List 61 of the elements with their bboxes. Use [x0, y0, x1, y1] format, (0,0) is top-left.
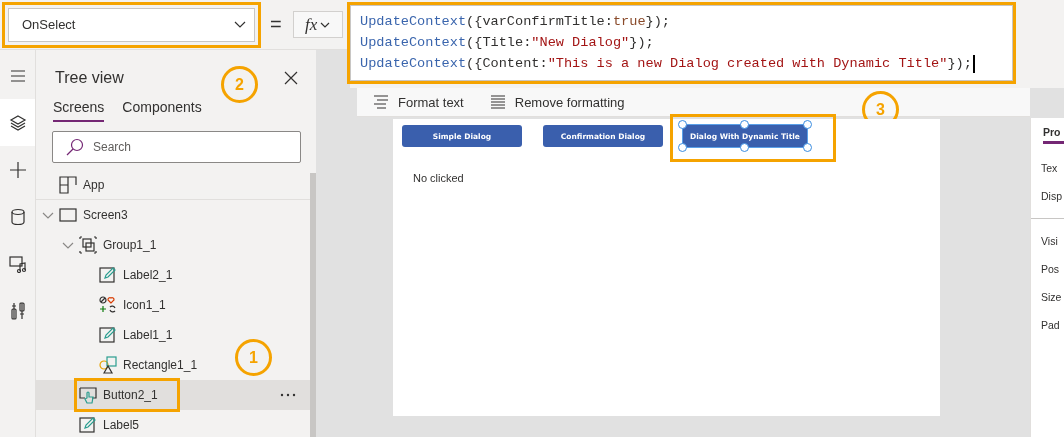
- code-line: UpdateContext({Content:"This is a new Dialog created with Dynamic Title"});: [360, 53, 1012, 74]
- grid-icon: [59, 175, 77, 194]
- pointer-button-icon: [79, 386, 97, 404]
- resize-handle[interactable]: [678, 120, 687, 129]
- search-field[interactable]: Search: [52, 131, 301, 163]
- remove-formatting-button[interactable]: Remove formatting: [489, 94, 625, 110]
- pencil-label-icon: [99, 266, 117, 284]
- property-label: Pos: [1040, 262, 1061, 277]
- close-icon[interactable]: [284, 71, 298, 85]
- tree-item[interactable]: Rectangle1_1: [36, 350, 204, 380]
- tree-item[interactable]: Label1_1: [36, 320, 179, 350]
- search-icon: [66, 138, 84, 156]
- status-label: No clicked: [413, 172, 464, 184]
- function-button[interactable]: fx: [292, 11, 343, 38]
- highlight-box: Button2_1: [76, 380, 178, 410]
- format-text-button[interactable]: Format text: [373, 94, 464, 110]
- media-icon[interactable]: [8, 254, 27, 273]
- property-dropdown[interactable]: OnSelect: [8, 7, 255, 42]
- panel-title: Tree view: [55, 69, 124, 87]
- tree-item[interactable]: Label2_1: [36, 260, 179, 290]
- resize-handle[interactable]: [803, 143, 812, 152]
- plus-icon[interactable]: [8, 160, 27, 179]
- tree-item[interactable]: Screen3: [36, 200, 134, 230]
- database-icon[interactable]: [8, 207, 27, 226]
- step-marker: 2: [221, 66, 258, 103]
- chevron-down-icon: [234, 20, 246, 29]
- code-line: UpdateContext({Title:"New Dialog"});: [360, 34, 655, 52]
- indented-lines-icon: [373, 94, 389, 110]
- resize-handle[interactable]: [740, 120, 749, 129]
- scrollbar[interactable]: [310, 173, 316, 437]
- pencil-label-icon: [79, 416, 97, 434]
- tab[interactable]: Components: [122, 99, 202, 122]
- property-label: Pad: [1040, 318, 1061, 333]
- properties-tab[interactable]: Pro: [1031, 118, 1064, 146]
- code-line: UpdateContext({varConfirmTitle:true});: [360, 13, 672, 31]
- resize-handle[interactable]: [740, 143, 749, 152]
- property-label: Size: [1040, 290, 1063, 305]
- property-label: Disp: [1040, 189, 1063, 204]
- rectangle-icon: [59, 206, 77, 224]
- tab[interactable]: Screens: [53, 99, 105, 122]
- tree-item[interactable]: Icon1_1: [36, 290, 172, 320]
- shapes-icon: [99, 356, 117, 374]
- tree-item[interactable]: Button2_1: [36, 380, 310, 410]
- resize-handle[interactable]: [803, 120, 812, 129]
- equals-sign: =: [270, 13, 282, 36]
- tree-item[interactable]: Label5: [36, 410, 146, 437]
- property-label: Tex: [1040, 161, 1059, 176]
- tools-icon[interactable]: [8, 301, 27, 320]
- more-icon[interactable]: [280, 393, 296, 397]
- layers-icon[interactable]: [8, 113, 27, 132]
- resize-handle[interactable]: [678, 143, 687, 152]
- group-icon: [79, 236, 97, 254]
- tree-item[interactable]: App: [36, 170, 310, 200]
- tree-item[interactable]: Group1_1: [36, 230, 163, 260]
- formula-editor[interactable]: UpdateContext({varConfirmTitle:true}); UpdateContext({Title:"New Dialog"}); UpdateContext({Content:"This is a new Dialog created with Dynamic Title"});: [350, 5, 1013, 81]
- chevron-down-icon: [320, 21, 331, 28]
- step-marker: 1: [235, 339, 272, 376]
- pencil-label-icon: [99, 326, 117, 344]
- lines-icon: [489, 94, 506, 110]
- property-label: Visi: [1040, 234, 1059, 249]
- icon-set-icon: [99, 296, 117, 314]
